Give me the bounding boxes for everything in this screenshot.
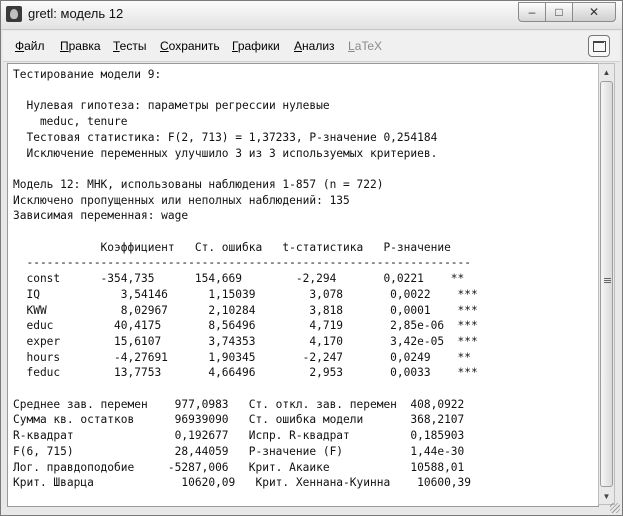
- output-line: Крит. Шварца 10620,09 Крит. Хеннана-Куин…: [13, 476, 472, 490]
- window-title: gretl: модель 12: [28, 6, 124, 21]
- output-line: Модель 12: МНК, использованы наблюдения …: [13, 177, 384, 191]
- minimize-button[interactable]: –: [518, 2, 546, 22]
- vertical-scrollbar[interactable]: ▲ ▼: [598, 63, 615, 505]
- menu-file[interactable]: Файл: [15, 39, 45, 53]
- output-line: Нулевая гипотеза: параметры регрессии ну…: [13, 99, 330, 113]
- window-controls: – □ ✕: [518, 2, 616, 22]
- output-line: exper 15,6107 3,74353 4,170 3,42e-05 ***: [13, 334, 478, 348]
- window-toolbar-icon[interactable]: [588, 35, 610, 57]
- output-line: Тестовая статистика: F(2, 713) = 1,37233…: [13, 130, 438, 144]
- menu-save[interactable]: Сохранить: [160, 39, 220, 53]
- output-line: hours -4,27691 1,90345 -2,247 0,0249 **: [13, 350, 472, 364]
- title-bar[interactable]: gretl: модель 12 – □ ✕: [1, 1, 622, 30]
- output-line: Зависимая переменная: wage: [13, 209, 189, 223]
- model-output-text[interactable]: Тестирование модели 9: Нулевая гипотеза:…: [7, 63, 599, 507]
- close-button[interactable]: ✕: [572, 2, 616, 22]
- output-line: Тестирование модели 9:: [13, 68, 162, 81]
- output-line: IQ 3,54146 1,15039 3,078 0,0022 ***: [13, 287, 478, 301]
- menu-latex[interactable]: LaTeX: [348, 39, 382, 53]
- gretl-window: gretl: модель 12 – □ ✕ Файл Правка Тесты…: [0, 0, 623, 516]
- output-line: Исключение переменных улучшило 3 из 3 ис…: [13, 146, 438, 160]
- output-line: feduc 13,7753 4,66496 2,953 0,0033 ***: [13, 366, 478, 380]
- scrollbar-thumb[interactable]: [600, 81, 613, 487]
- resize-grip-icon[interactable]: [610, 503, 620, 513]
- gretl-app-icon: [6, 6, 22, 22]
- menu-bar: Файл Правка Тесты Сохранить Графики Анал…: [3, 31, 620, 62]
- output-line: Среднее зав. перемен 977,0983 Ст. откл. …: [13, 397, 465, 411]
- output-line: educ 40,4175 8,56496 4,719 2,85e-06 ***: [13, 319, 478, 333]
- output-line: R-квадрат 0,192677 Испр. R-квадрат 0,185…: [13, 429, 465, 443]
- output-line: Коэффициент Ст. ошибка t-статистика P-зн…: [13, 240, 451, 254]
- scroll-down-arrow-icon[interactable]: ▼: [599, 488, 614, 504]
- menu-analysis[interactable]: Анализ: [294, 39, 335, 53]
- menu-edit[interactable]: Правка: [60, 39, 101, 53]
- output-line: F(6, 715) 28,44059 Р-значение (F) 1,44e-…: [13, 444, 465, 458]
- output-text: Тестирование модели 9: Нулевая гипотеза:…: [8, 64, 598, 491]
- menu-graphs[interactable]: Графики: [232, 39, 280, 53]
- output-line: Сумма кв. остатков 96939090 Ст. ошибка м…: [13, 413, 465, 427]
- grip-icon: [604, 278, 611, 279]
- output-line: KWW 8,02967 2,10284 3,818 0,0001 ***: [13, 303, 478, 317]
- output-line: meduc, tenure: [13, 115, 128, 129]
- output-line: Лог. правдоподобие -5287,006 Крит. Акаик…: [13, 460, 465, 474]
- menu-tests[interactable]: Тесты: [113, 39, 146, 53]
- scroll-up-arrow-icon[interactable]: ▲: [599, 64, 614, 80]
- output-line: Исключено пропущенных или неполных наблю…: [13, 193, 350, 207]
- maximize-button[interactable]: □: [545, 2, 573, 22]
- output-line: const -354,735 154,669 -2,294 0,0221 **: [13, 272, 465, 286]
- output-line: ----------------------------------------…: [13, 256, 472, 270]
